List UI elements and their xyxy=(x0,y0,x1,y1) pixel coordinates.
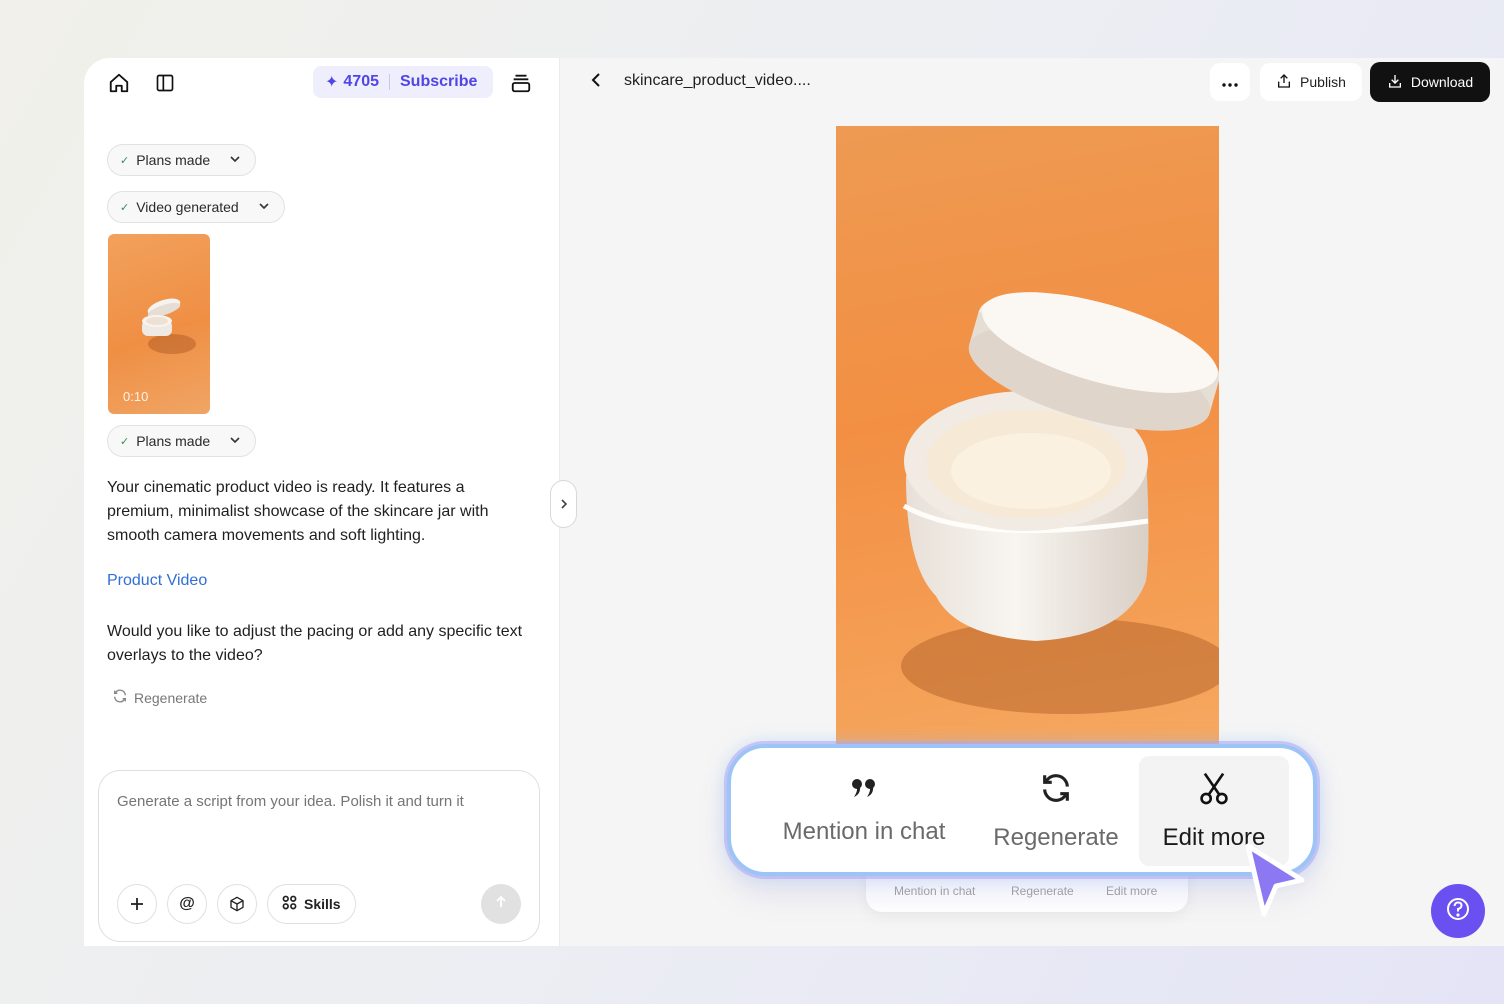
divider xyxy=(389,74,390,90)
download-icon xyxy=(1387,73,1403,92)
assistant-message: Your cinematic product video is ready. I… xyxy=(107,479,489,544)
ghost-mention-label: Mention in chat xyxy=(894,884,976,898)
history-icon[interactable] xyxy=(508,70,534,96)
regenerate-label: Regenerate xyxy=(134,689,208,706)
product-video-link[interactable]: Product Video xyxy=(107,572,207,590)
publish-label: Publish xyxy=(1300,74,1346,90)
send-button[interactable] xyxy=(481,884,521,924)
help-button[interactable] xyxy=(1431,884,1485,938)
check-icon: ✓ xyxy=(120,435,130,448)
back-button[interactable] xyxy=(584,70,608,94)
chevron-down-icon xyxy=(229,433,241,449)
download-button[interactable]: Download xyxy=(1370,62,1490,102)
check-icon: ✓ xyxy=(120,154,130,167)
skills-label: Skills xyxy=(304,896,341,912)
chevron-right-icon xyxy=(559,497,569,512)
pill-label: Plans made xyxy=(136,152,211,168)
jar-illustration xyxy=(142,298,196,354)
sparkle-icon: ✦ xyxy=(325,74,339,91)
plus-icon[interactable] xyxy=(117,884,157,924)
video-action-toolbar: Mention in chat Regenerate Edit more xyxy=(727,744,1317,876)
chat-composer: @ Skills xyxy=(98,770,540,942)
at-icon[interactable]: @ xyxy=(167,884,207,924)
cube-icon[interactable] xyxy=(217,884,257,924)
ghost-regenerate-label: Regenerate xyxy=(1011,884,1074,898)
file-title: skincare_product_video.... xyxy=(624,72,811,89)
cursor-arrow-icon xyxy=(1240,840,1308,925)
credits-badge[interactable]: ✦ 4705 Subscribe xyxy=(313,66,493,98)
regenerate-label: Regenerate xyxy=(993,823,1119,851)
pill-label: Plans made xyxy=(136,433,211,449)
sidebar-toggle-icon[interactable] xyxy=(152,70,178,96)
quote-icon xyxy=(851,777,877,804)
app-window: ✦ 4705 Subscribe ✓ Plans made ✓ Video ge… xyxy=(84,58,1504,946)
status-pill-plans[interactable]: ✓ Plans made xyxy=(107,144,257,176)
regenerate-button[interactable]: Regenerate xyxy=(112,688,207,707)
chevron-left-icon xyxy=(590,72,602,93)
refresh-icon xyxy=(1039,771,1073,810)
check-icon: ✓ xyxy=(120,201,130,214)
ghost-edit-label: Edit more xyxy=(1106,884,1158,898)
chat-panel: ✦ 4705 Subscribe ✓ Plans made ✓ Video ge… xyxy=(84,58,560,946)
mention-label: Mention in chat xyxy=(782,817,946,845)
refresh-icon xyxy=(112,688,128,707)
pill-label: Video generated xyxy=(136,199,239,215)
regenerate-toolbar-button[interactable]: Regenerate xyxy=(986,756,1126,866)
credits-count: 4705 xyxy=(343,73,379,90)
publish-button[interactable]: Publish xyxy=(1260,63,1362,101)
collapse-panel-button[interactable] xyxy=(550,480,577,528)
chevron-down-icon xyxy=(229,152,241,168)
status-pill-video[interactable]: ✓ Video generated xyxy=(107,191,285,223)
subscribe-link[interactable]: Subscribe xyxy=(400,73,477,91)
more-options-button[interactable] xyxy=(1210,63,1250,101)
share-icon xyxy=(1276,73,1292,92)
help-icon xyxy=(1445,896,1471,927)
home-icon[interactable] xyxy=(106,70,132,96)
scissors-icon xyxy=(1198,771,1230,810)
assistant-question: Would you like to adjust the pacing or a… xyxy=(107,623,523,664)
skills-button[interactable]: Skills xyxy=(267,884,356,924)
mention-in-chat-button[interactable]: Mention in chat xyxy=(779,756,949,866)
download-label: Download xyxy=(1410,74,1474,90)
arrow-up-icon xyxy=(494,895,508,914)
video-thumbnail[interactable]: 0:10 xyxy=(108,234,210,414)
skincare-jar-image xyxy=(901,292,1219,714)
more-dots-icon xyxy=(1222,74,1238,90)
status-pill-plans-2[interactable]: ✓ Plans made xyxy=(107,425,257,457)
video-duration: 0:10 xyxy=(123,389,149,404)
chevron-down-icon xyxy=(258,199,270,215)
skills-grid-icon xyxy=(282,895,297,913)
video-preview[interactable] xyxy=(836,126,1219,746)
chat-input[interactable] xyxy=(117,793,517,810)
